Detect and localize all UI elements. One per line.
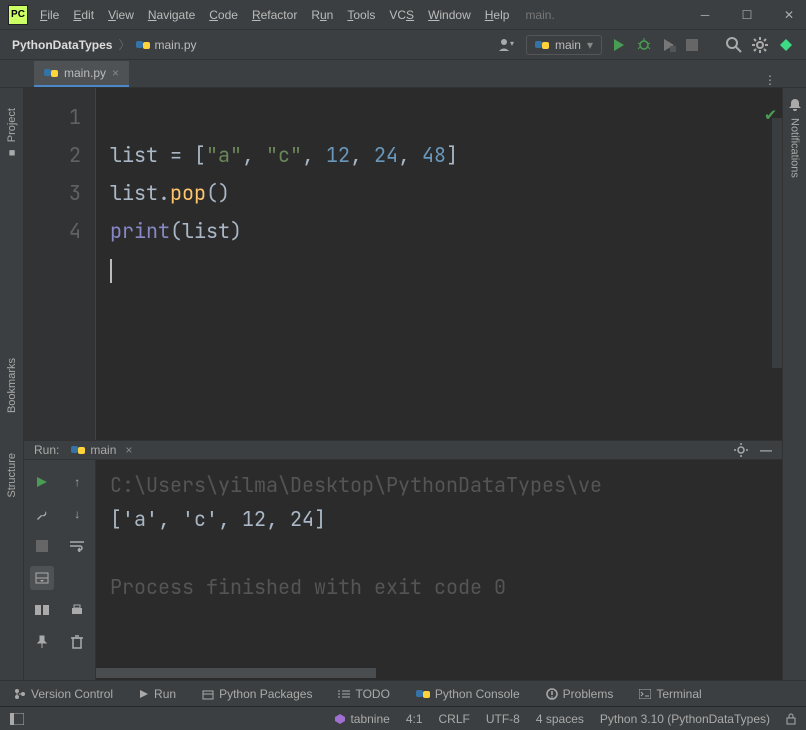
editor-tabs-bar: main.py × ⋮ xyxy=(0,60,806,88)
console-stdout: ['a', 'c', 12, 24] xyxy=(110,506,326,532)
editor-tab-label: main.py xyxy=(64,66,106,80)
breadcrumb-project[interactable]: PythonDataTypes xyxy=(12,38,112,52)
lock-icon[interactable] xyxy=(786,713,796,725)
python-file-icon xyxy=(136,38,150,52)
menu-refactor[interactable]: Refactor xyxy=(252,8,297,22)
toolwindow-toggle-icon[interactable] xyxy=(10,713,24,725)
chevron-down-icon: ▾ xyxy=(587,38,593,52)
status-bar: tabnine 4:1 CRLF UTF-8 4 spaces Python 3… xyxy=(0,706,806,730)
settings-icon[interactable] xyxy=(752,37,768,53)
code-content[interactable]: list = ["a", "c", 12, 24, 48] list.pop()… xyxy=(96,88,782,440)
code-editor[interactable]: 1 2 3 4 list = ["a", "c", 12, 24, 48] li… xyxy=(24,88,782,440)
print-icon[interactable] xyxy=(65,598,89,622)
titlebar: PC File Edit View Navigate Code Refactor… xyxy=(0,0,806,30)
run-label: Run: xyxy=(34,443,59,457)
trash-icon[interactable] xyxy=(65,630,89,654)
breadcrumb-file[interactable]: main.py xyxy=(136,38,196,52)
caret xyxy=(110,259,112,283)
structure-tool-button[interactable]: Structure xyxy=(6,453,18,498)
coverage-button[interactable] xyxy=(662,38,676,52)
svg-text:▾: ▾ xyxy=(510,39,514,48)
editor-tab-main[interactable]: main.py × xyxy=(34,61,129,87)
python-icon xyxy=(71,443,85,457)
tw-vcs[interactable]: Version Control xyxy=(14,687,113,701)
title-filename: main. xyxy=(525,8,554,22)
menu-code[interactable]: Code xyxy=(209,8,238,22)
tw-packages[interactable]: Python Packages xyxy=(202,687,312,701)
interpreter-widget[interactable]: Python 3.10 (PythonDataTypes) xyxy=(600,712,770,726)
debug-button[interactable] xyxy=(636,38,652,52)
console-exit: Process finished with exit code 0 xyxy=(110,574,506,600)
cursor-position[interactable]: 4:1 xyxy=(406,712,423,726)
close-tab-icon[interactable]: × xyxy=(112,66,119,80)
menubar: File Edit View Navigate Code Refactor Ru… xyxy=(40,8,509,22)
gutter: 1 2 3 4 xyxy=(24,88,96,440)
add-user-icon[interactable]: ▾ xyxy=(498,38,516,52)
scrollbar[interactable] xyxy=(772,118,782,368)
maximize-button[interactable]: ☐ xyxy=(738,8,756,22)
close-button[interactable]: ✕ xyxy=(780,8,798,22)
run-tab-main[interactable]: main × xyxy=(71,443,132,457)
run-tool-header: Run: main × — xyxy=(24,441,782,460)
python-icon xyxy=(535,38,549,52)
tw-python-console[interactable]: Python Console xyxy=(416,687,520,701)
menu-view[interactable]: View xyxy=(108,8,134,22)
search-icon[interactable] xyxy=(726,37,742,53)
menu-vcs[interactable]: VCS xyxy=(389,8,414,22)
tab-options-icon[interactable]: ⋮ xyxy=(764,73,776,87)
right-tool-strip: Notifications xyxy=(782,88,806,680)
notifications-tool-button[interactable]: Notifications xyxy=(789,118,801,178)
run-configuration-selector[interactable]: main ▾ xyxy=(526,35,602,55)
console-command: C:\Users\yilma\Desktop\PythonDataTypes\v… xyxy=(110,472,602,498)
menu-edit[interactable]: Edit xyxy=(73,8,94,22)
console-output[interactable]: C:\Users\yilma\Desktop\PythonDataTypes\v… xyxy=(96,460,782,680)
run-button[interactable] xyxy=(612,38,626,52)
menu-run[interactable]: Run xyxy=(311,8,333,22)
run-settings-icon[interactable] xyxy=(734,443,748,457)
tw-terminal[interactable]: Terminal xyxy=(639,687,701,701)
line-separator[interactable]: CRLF xyxy=(439,712,470,726)
tw-run[interactable]: Run xyxy=(139,687,176,701)
python-file-icon xyxy=(44,66,58,80)
up-stack-icon[interactable]: ↑ xyxy=(65,470,89,494)
down-stack-icon[interactable]: ↓ xyxy=(65,502,89,526)
breadcrumb-separator: 〉 xyxy=(118,36,130,53)
menu-tools[interactable]: Tools xyxy=(347,8,375,22)
pin-icon[interactable] xyxy=(30,630,54,654)
wrench-icon[interactable] xyxy=(30,502,54,526)
project-tool-button[interactable]: ■Project xyxy=(6,108,18,158)
codewithme-icon[interactable] xyxy=(778,37,794,53)
menu-window[interactable]: Window xyxy=(428,8,471,22)
layout-icon[interactable] xyxy=(30,566,54,590)
indent-widget[interactable]: 4 spaces xyxy=(536,712,584,726)
hide-run-icon[interactable]: — xyxy=(760,443,772,457)
rerun-button[interactable] xyxy=(30,470,54,494)
split-icon[interactable] xyxy=(30,598,54,622)
close-run-tab-icon[interactable]: × xyxy=(125,443,132,457)
menu-help[interactable]: Help xyxy=(485,8,510,22)
run-config-name: main xyxy=(555,38,581,52)
run-tool-window: Run: main × — ↑ ↓ xyxy=(24,440,782,680)
minimize-button[interactable]: ─ xyxy=(696,8,714,22)
stop-button-panel[interactable] xyxy=(30,534,54,558)
stop-button[interactable] xyxy=(686,39,698,51)
scroll-to-end-icon[interactable] xyxy=(65,566,89,590)
menu-navigate[interactable]: Navigate xyxy=(148,8,195,22)
tw-todo[interactable]: TODO xyxy=(338,687,389,701)
notifications-bell-icon[interactable] xyxy=(788,98,802,112)
run-toolbar: ↑ ↓ xyxy=(24,460,96,680)
tw-problems[interactable]: Problems xyxy=(546,687,614,701)
tabnine-widget[interactable]: tabnine xyxy=(334,712,389,726)
app-logo: PC xyxy=(8,5,28,25)
bottom-tool-bar: Version Control Run Python Packages TODO… xyxy=(0,680,806,706)
bookmarks-tool-button[interactable]: Bookmarks xyxy=(6,358,18,413)
horizontal-scrollbar[interactable] xyxy=(96,668,376,678)
left-tool-strip: ■Project Bookmarks Structure xyxy=(0,88,24,680)
menu-file[interactable]: File xyxy=(40,8,59,22)
soft-wrap-icon[interactable] xyxy=(65,534,89,558)
file-encoding[interactable]: UTF-8 xyxy=(486,712,520,726)
navigation-bar: PythonDataTypes 〉 main.py ▾ main ▾ xyxy=(0,30,806,60)
